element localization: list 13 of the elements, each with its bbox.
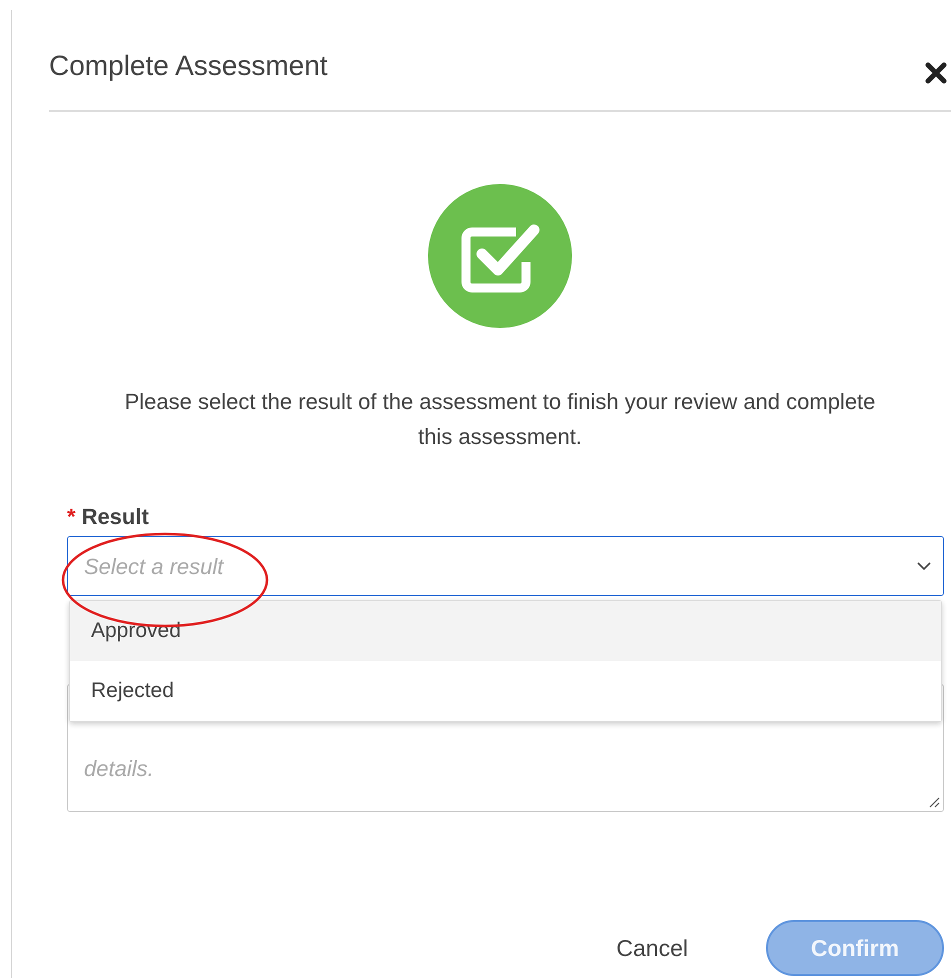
resize-handle-icon[interactable]: [928, 796, 940, 808]
chevron-icon: [917, 561, 931, 571]
close-icon[interactable]: [925, 62, 947, 84]
checkbox-check-icon: [428, 184, 572, 328]
dropdown-option[interactable]: Rejected: [70, 661, 941, 721]
cancel-link[interactable]: Cancel: [616, 930, 688, 966]
field-label: Result: [82, 504, 149, 530]
instruction-text: Please select the result of the assessment to finish your review and complete this assessment.: [124, 388, 876, 451]
dropdown-option[interactable]: Approved: [70, 601, 941, 661]
textarea-placeholder: details.: [84, 755, 155, 783]
required-mark: *: [67, 504, 76, 530]
dialog-title: Complete Assessment: [49, 49, 328, 83]
select-placeholder: Select a result: [84, 552, 224, 580]
